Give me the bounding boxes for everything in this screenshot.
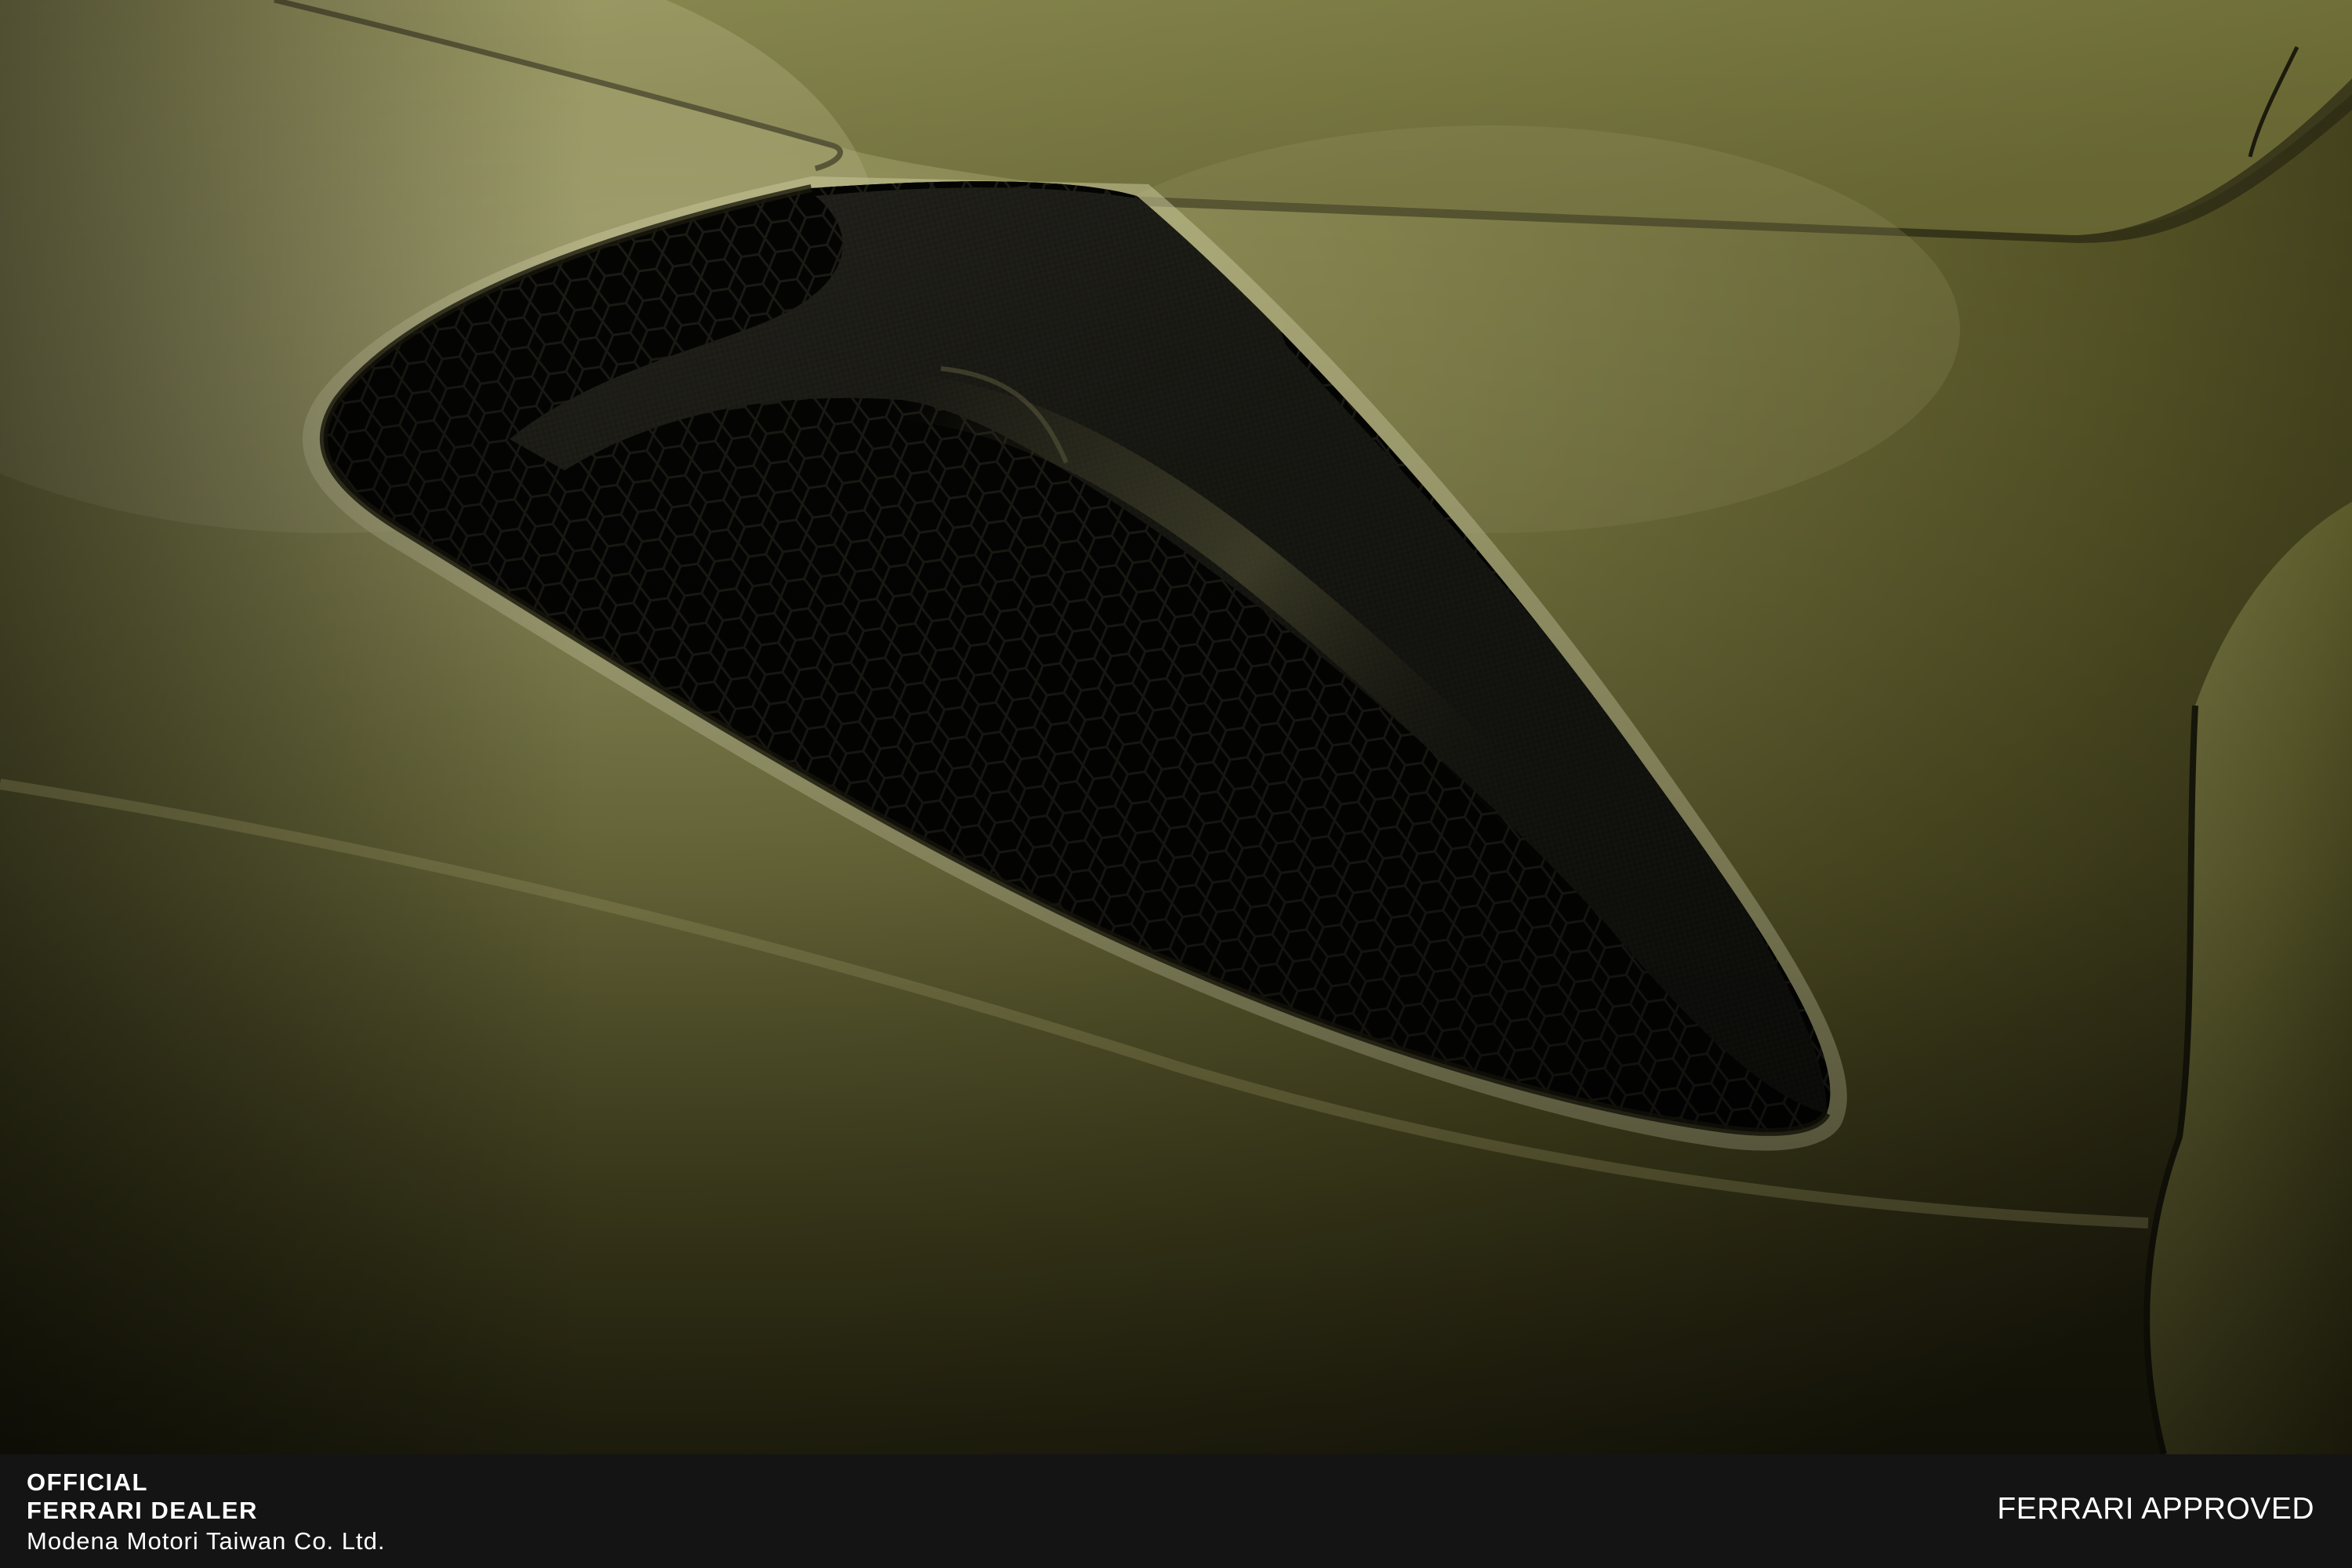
badge-line-official: OFFICIAL [27,1468,148,1496]
left-shade [0,0,2352,1454]
badge-line-dealer: FERRARI DEALER [27,1497,258,1524]
car-body-illustration [0,0,2352,1454]
approved-label: FERRARI APPROVED [1997,1492,2314,1526]
car-body-photo [0,0,2352,1454]
dealer-badge: OFFICIAL FERRARI DEALER Modena Motori Ta… [27,1468,386,1556]
dealer-company-name: Modena Motori Taiwan Co. Ltd. [27,1527,386,1555]
dealer-footer-bar: OFFICIAL FERRARI DEALER Modena Motori Ta… [0,1454,2352,1568]
